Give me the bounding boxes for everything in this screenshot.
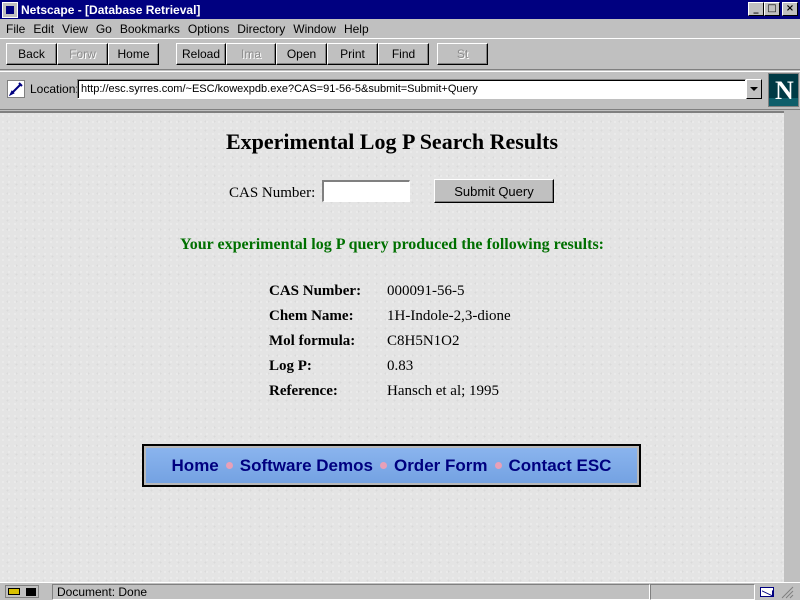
nav-contact-esc-link[interactable]: Contact ESC — [508, 456, 613, 476]
status-bar: Document: Done — [0, 582, 800, 600]
print-button[interactable]: Print — [327, 43, 378, 65]
images-button[interactable]: Ima — [226, 43, 276, 65]
netscape-logo[interactable]: N — [768, 73, 799, 107]
cas-number-label: CAS Number: — [229, 185, 316, 201]
menu-options[interactable]: Options — [184, 22, 233, 36]
netscape-n-icon: N — [775, 76, 794, 105]
open-button[interactable]: Open — [276, 43, 327, 65]
home-button[interactable]: Home — [108, 43, 159, 65]
site-nav-bar: Home Software Demos Order Form Contact E… — [142, 444, 641, 487]
window-title: Netscape - [Database Retrieval] — [21, 2, 201, 17]
menu-edit[interactable]: Edit — [29, 22, 58, 36]
cas-number-input[interactable] — [322, 180, 410, 202]
menu-go[interactable]: Go — [92, 22, 116, 36]
result-value: 000091-56-5 — [387, 283, 465, 299]
location-bar: Location: http://esc.syrres.com/~ESC/kow… — [0, 71, 800, 110]
title-bar: Netscape - [Database Retrieval] _ □ × — [0, 0, 800, 19]
security-key-icon[interactable] — [5, 585, 39, 598]
menu-help[interactable]: Help — [340, 22, 373, 36]
result-value: 1H-Indole-2,3-dione — [387, 308, 511, 324]
back-button[interactable]: Back — [6, 43, 57, 65]
result-label: Mol formula: — [269, 333, 356, 349]
mail-icon[interactable] — [760, 587, 774, 597]
menu-bar: File Edit View Go Bookmarks Options Dire… — [0, 19, 800, 38]
minimize-button[interactable]: _ — [748, 2, 764, 16]
close-button[interactable]: × — [782, 2, 798, 16]
submit-query-button[interactable]: Submit Query — [434, 179, 554, 203]
result-value: 0.83 — [387, 358, 414, 374]
result-message: Your experimental log P query produced t… — [180, 236, 604, 253]
find-button[interactable]: Find — [378, 43, 429, 65]
reload-button[interactable]: Reload — [176, 43, 226, 65]
netscape-app-icon[interactable] — [2, 1, 18, 18]
result-label: Reference: — [269, 383, 338, 399]
menu-window[interactable]: Window — [289, 22, 340, 36]
result-value: Hansch et al; 1995 — [387, 383, 500, 399]
bullet-icon — [225, 462, 233, 469]
nav-order-form-link[interactable]: Order Form — [393, 456, 489, 476]
status-text: Document: Done — [52, 584, 650, 600]
location-label: Location: — [30, 82, 79, 96]
bullet-icon — [494, 462, 502, 469]
nav-software-demos-link[interactable]: Software Demos — [239, 456, 374, 476]
status-progress-cell — [650, 584, 755, 600]
resize-grip-icon[interactable] — [780, 585, 794, 599]
bookmark-page-icon[interactable] — [7, 80, 25, 98]
result-label: CAS Number: — [269, 283, 362, 299]
page-title: Experimental Log P Search Results — [225, 129, 559, 154]
result-label: Log P: — [269, 358, 312, 374]
stop-button[interactable]: St — [437, 43, 488, 65]
page-content: Experimental Log P Search Results CAS Nu… — [0, 111, 800, 582]
key-icon — [8, 588, 20, 595]
menu-bookmarks[interactable]: Bookmarks — [116, 22, 184, 36]
menu-file[interactable]: File — [2, 22, 29, 36]
menu-view[interactable]: View — [58, 22, 92, 36]
location-dropdown-button[interactable] — [746, 79, 762, 99]
forward-button[interactable]: Forw — [57, 43, 108, 65]
location-url-input[interactable]: http://esc.syrres.com/~ESC/kowexpdb.exe?… — [77, 79, 746, 99]
nav-home-link[interactable]: Home — [171, 456, 220, 476]
lock-icon — [26, 588, 36, 596]
result-value: C8H5N1O2 — [387, 333, 460, 349]
result-label: Chem Name: — [269, 308, 354, 324]
menu-directory[interactable]: Directory — [233, 22, 289, 36]
bullet-icon — [379, 462, 387, 469]
restore-button[interactable]: □ — [764, 2, 780, 16]
vertical-scrollbar[interactable] — [784, 111, 800, 582]
toolbar: Back Forw Home Reload Ima Open Print Fin… — [0, 38, 800, 70]
